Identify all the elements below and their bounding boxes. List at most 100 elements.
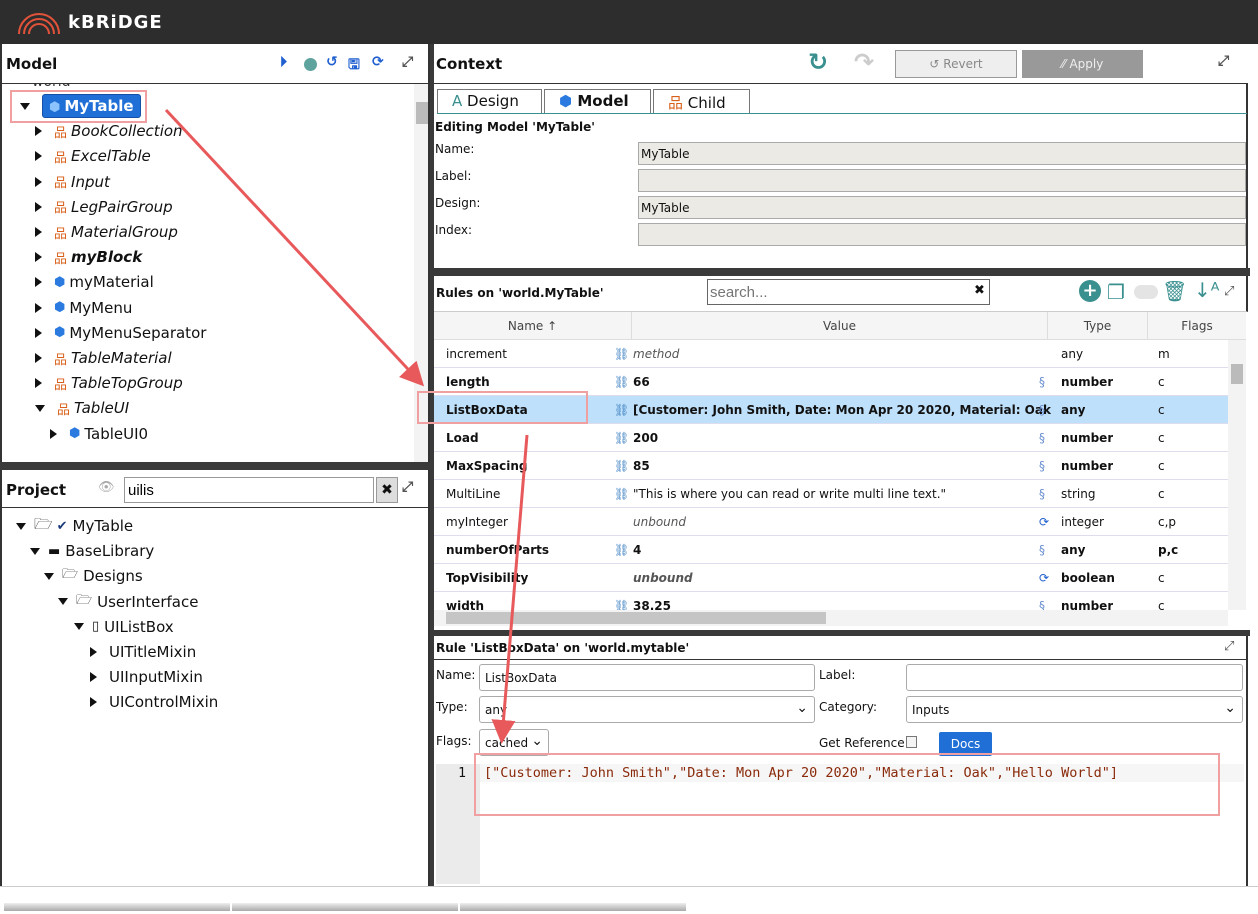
rule-row[interactable]: TopVisibility unbound ⟳ boolean c [434,564,1228,592]
tree-item[interactable]: 品 Input [35,170,110,194]
tree-item[interactable]: 🗁 UserInterface [58,590,198,614]
expand-icon[interactable] [35,302,42,313]
rule-type-select[interactable]: any ⌄ [479,696,815,723]
expand-icon[interactable] [90,672,97,683]
taskbar-tab[interactable] [460,903,686,911]
link-icon[interactable]: ⛓ [614,487,629,501]
tree-item[interactable]: ⬢ MyMenuSeparator [35,321,206,345]
expand-icon[interactable]: ⤢ [1224,284,1234,299]
column-name[interactable]: Name ↑ [434,312,632,340]
rule-row[interactable]: numberOfParts ⛓ 4 § any p,c [434,536,1228,564]
revert-button[interactable]: ↺ Revert [895,50,1017,78]
expand-icon[interactable]: ⤢ [402,54,413,70]
refresh-icon[interactable]: ⟳ [1039,571,1049,585]
rule-flags-select[interactable]: cached ⌄ [479,729,549,756]
save-icon[interactable]: 🖫 [348,54,360,78]
expand-icon[interactable] [35,353,42,363]
rule-row[interactable]: increment ⛓ method any m [434,340,1228,368]
undo-icon[interactable]: ↻ [808,48,828,76]
expand-icon[interactable] [35,227,42,237]
rules-search-input[interactable] [707,279,990,305]
sort-az-icon[interactable]: ↓ᴬ [1194,278,1219,302]
expand-icon[interactable] [35,126,42,137]
undo-icon[interactable]: ↺ [326,54,338,70]
tree-item[interactable]: 🗁 Designs [44,564,143,588]
link-icon[interactable]: ⛓ [614,599,629,610]
expand-icon[interactable] [35,378,42,389]
tree-item[interactable]: 品 LegPairGroup [35,195,173,219]
link-icon[interactable]: ⛓ [614,431,629,445]
tree-item[interactable]: ▬ BaseLibrary [30,539,154,563]
rule-row[interactable]: MaxSpacing ⛓ 85 § number c [434,452,1228,480]
tree-item[interactable]: UIControlMixin [90,690,218,714]
tree-item[interactable]: ▯ UIListBox [74,615,174,639]
unlink-icon[interactable]: § [1039,459,1045,473]
tree-item[interactable]: ⬢ MyMenu [35,296,132,320]
link-icon[interactable]: ⛓ [614,375,629,389]
field-input[interactable]: MyTable [638,142,1246,165]
unlink-icon[interactable]: § [1039,487,1045,501]
expand-icon[interactable] [35,327,42,338]
rule-name-input[interactable]: ListBoxData [479,664,815,691]
redo-icon[interactable]: ↷ [854,48,874,76]
column-value[interactable]: Value [632,312,1048,340]
rule-row[interactable]: Load ⛓ 200 § number c [434,424,1228,452]
tree-item[interactable]: 品 ExcelTable [35,144,151,168]
tree-item[interactable]: 品 TableUI [35,396,129,420]
expand-icon[interactable] [35,201,42,212]
trash-icon[interactable]: 🗑 [1162,279,1187,303]
unlink-icon[interactable]: § [1039,599,1045,610]
unlink-icon[interactable]: § [1039,375,1045,389]
refresh-icon[interactable]: ⟳ [1039,515,1049,529]
expand-icon[interactable] [90,697,97,708]
run-icon[interactable]: ⏵ [280,54,287,70]
clear-search-icon[interactable]: ✖ [376,477,398,503]
tree-item[interactable]: 品 TableMaterial [35,346,172,370]
link-icon[interactable]: ⛓ [614,459,629,473]
tree-item[interactable]: ⬢ myMaterial [35,270,154,294]
rule-row[interactable]: myInteger unbound ⟳ integer c,p [434,508,1228,536]
field-input[interactable]: MyTable [638,196,1246,219]
expand-icon[interactable] [35,151,42,162]
tree-item[interactable]: 🗁 ✔ MyTable [16,514,133,538]
rule-row[interactable]: MultiLine ⛓ "This is where you can read or… [434,480,1228,508]
collapse-icon[interactable] [16,522,26,530]
tree-item[interactable]: 品 MaterialGroup [35,220,178,244]
add-rule-icon[interactable]: + [1079,280,1101,302]
tree-item[interactable]: ⬢ TableUI0 [50,422,148,446]
link-icon[interactable]: ⛓ [614,347,629,361]
eye-slash-icon[interactable]: 👁 [98,480,115,495]
tab-model[interactable]: ⬢ Model [544,89,651,113]
collapse-icon[interactable] [58,598,68,606]
expand-icon[interactable]: ⤢ [402,479,413,495]
column-flags[interactable]: Flags [1148,312,1246,340]
apply-button[interactable]: ⁄⁄ Apply [1022,50,1143,78]
link-icon[interactable]: ⛓ [614,543,629,557]
tree-item[interactable]: 品 TableTopGroup [35,371,183,395]
refresh-icon[interactable]: ⟳ [372,54,384,70]
copy-icon[interactable]: ❐ [1107,280,1125,304]
unlink-icon[interactable]: § [1039,403,1045,417]
tab-design[interactable]: A Design [437,89,542,113]
status-dot-icon[interactable] [304,58,317,71]
expand-icon[interactable] [90,647,97,657]
collapse-icon[interactable] [44,572,54,580]
collapse-icon[interactable] [35,404,45,412]
taskbar-tab[interactable] [4,903,230,911]
tree-item[interactable]: UIInputMixin [90,665,203,689]
tree-item[interactable]: UITitleMixin [90,640,196,664]
field-input[interactable] [638,223,1246,246]
rules-vertical-scrollbar[interactable] [1228,340,1246,610]
expand-icon[interactable] [35,277,42,288]
rule-label-input[interactable] [906,664,1243,691]
unlink-icon[interactable]: § [1039,543,1045,557]
rule-category-select[interactable]: Inputs ⌄ [906,696,1243,723]
expand-icon[interactable] [35,176,42,187]
rule-row[interactable]: width ⛓ 38.25 § number c [434,592,1228,610]
expand-icon[interactable] [35,252,42,263]
toggle-switch[interactable] [1134,285,1158,299]
column-type[interactable]: Type [1048,312,1148,340]
tree-item[interactable]: 品 myBlock [35,245,142,269]
expand-icon[interactable]: ⤢ [1218,53,1229,69]
project-search-input[interactable] [124,477,374,503]
